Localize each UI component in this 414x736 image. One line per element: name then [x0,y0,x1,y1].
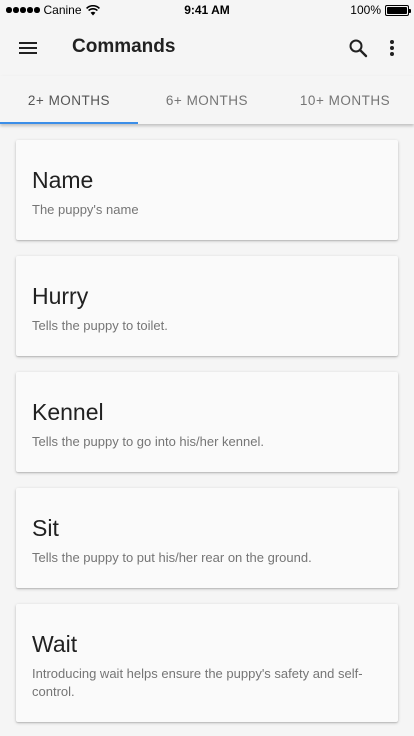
command-card-wait[interactable]: Wait Introducing wait helps ensure the p… [16,604,398,722]
command-description: Tells the puppy to go into his/her kenne… [32,434,264,449]
command-card-kennel[interactable]: Kennel Tells the puppy to go into his/he… [16,372,398,472]
page-title: Commands [72,36,176,57]
tab-label: 10+ MONTHS [299,92,391,108]
app-bar: Commands [0,20,414,76]
tab-label: 2+ MONTHS [27,92,111,108]
command-card-name[interactable]: Name The puppy's name [16,140,398,240]
tab-10-months[interactable]: 10+ MONTHS [276,76,414,124]
command-description: Introducing wait helps ensure the puppy'… [32,666,363,699]
command-title: Kennel [32,399,104,425]
command-card-sit[interactable]: Sit Tells the puppy to put his/her rear … [16,488,398,588]
tab-6-months[interactable]: 6+ MONTHS [138,76,276,124]
command-title: Name [32,167,94,193]
command-title: Hurry [32,283,89,309]
more-vert-icon[interactable] [380,36,404,60]
command-list: Name The puppy's name Hurry Tells the pu… [16,140,398,736]
command-title: Wait [32,631,78,657]
status-bar: Canine 9:41 AM 100% [0,0,414,20]
tab-2-months[interactable]: 2+ MONTHS [0,76,138,124]
status-right: 100% [350,3,411,17]
command-description: The puppy's name [32,202,139,217]
screen: Canine 9:41 AM 100% Commands 2+ MONTHS 6… [0,0,414,736]
command-description: Tells the puppy to toilet. [32,318,168,333]
command-description: Tells the puppy to put his/her rear on t… [32,550,312,565]
battery-fill [387,6,407,14]
command-title: Sit [32,515,59,541]
menu-icon[interactable] [16,36,40,60]
battery-percent: 100% [350,3,381,17]
command-card-hurry[interactable]: Hurry Tells the puppy to toilet. [16,256,398,356]
search-icon[interactable] [346,36,370,60]
tab-label: 6+ MONTHS [165,92,249,108]
tab-bar: 2+ MONTHS 6+ MONTHS 10+ MONTHS [0,76,414,124]
battery-icon [385,4,411,16]
